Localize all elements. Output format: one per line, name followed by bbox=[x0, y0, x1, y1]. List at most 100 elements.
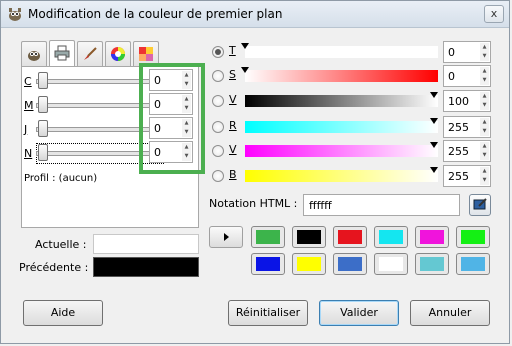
slider-thumb-j[interactable] bbox=[38, 120, 48, 137]
marker-icon bbox=[430, 92, 438, 98]
channel-bar-r[interactable] bbox=[245, 121, 438, 133]
current-color-preview bbox=[93, 234, 199, 254]
tab-gimp[interactable] bbox=[21, 41, 47, 66]
swatch-color bbox=[420, 257, 444, 271]
html-notation-input[interactable]: ffffff bbox=[303, 194, 460, 216]
radio-r[interactable] bbox=[212, 121, 224, 133]
highlight-box bbox=[139, 63, 205, 174]
history-add-button[interactable] bbox=[209, 226, 243, 248]
radio-s[interactable] bbox=[212, 70, 224, 82]
ok-button-label: Valider bbox=[340, 306, 378, 319]
spin-v-hsv[interactable]: 100 ▲ ▼ bbox=[443, 90, 491, 112]
channel-label-r: R bbox=[229, 119, 237, 132]
history-swatch[interactable] bbox=[251, 226, 285, 248]
help-button-label: Aide bbox=[50, 306, 76, 319]
slider-thumb-n[interactable] bbox=[38, 144, 48, 161]
spin-up-icon[interactable]: ▲ bbox=[480, 142, 489, 151]
spin-s-value: 0 bbox=[448, 70, 455, 83]
tab-cmyk[interactable] bbox=[49, 40, 75, 66]
history-swatch[interactable] bbox=[292, 253, 326, 275]
spin-down-icon[interactable]: ▼ bbox=[480, 101, 489, 110]
cancel-button-label: Annuler bbox=[428, 306, 472, 319]
spin-down-icon[interactable]: ▼ bbox=[480, 127, 489, 136]
history-swatch[interactable] bbox=[292, 226, 326, 248]
spin-r-value: 255 bbox=[448, 121, 469, 134]
swatch-color bbox=[338, 230, 362, 244]
channel-label-v: V bbox=[229, 93, 237, 106]
history-swatch[interactable] bbox=[251, 253, 285, 275]
marker-icon bbox=[241, 43, 249, 49]
slider-track-n[interactable] bbox=[36, 151, 154, 156]
spin-b-value: 255 bbox=[448, 170, 469, 183]
spin-up-icon[interactable]: ▲ bbox=[480, 67, 489, 76]
close-icon: x bbox=[490, 7, 498, 20]
spin-down-icon[interactable]: ▼ bbox=[480, 151, 489, 160]
channel-bar-g[interactable] bbox=[245, 145, 438, 157]
paintbrush-icon bbox=[84, 47, 97, 60]
color-picker-button[interactable] bbox=[469, 194, 491, 216]
channel-label-b: B bbox=[229, 168, 237, 181]
spin-down-icon[interactable]: ▼ bbox=[480, 52, 489, 61]
history-swatch[interactable] bbox=[456, 226, 490, 248]
radio-t[interactable] bbox=[212, 46, 224, 58]
spin-g[interactable]: 255 ▲ ▼ bbox=[443, 140, 491, 162]
swatch-color bbox=[379, 230, 403, 244]
channel-bar-v[interactable] bbox=[245, 95, 438, 107]
swatch-color bbox=[256, 230, 280, 244]
spin-down-icon[interactable]: ▼ bbox=[480, 76, 489, 85]
history-swatch[interactable] bbox=[456, 253, 490, 275]
color-wheel-icon bbox=[111, 47, 125, 61]
swatch-color bbox=[379, 257, 403, 271]
profile-label: Profil : (aucun) bbox=[24, 173, 98, 184]
spin-s[interactable]: 0 ▲ ▼ bbox=[443, 65, 491, 87]
spin-v-hsv-value: 100 bbox=[448, 95, 469, 108]
ok-button[interactable]: Valider bbox=[319, 300, 399, 326]
palette-icon bbox=[139, 47, 153, 61]
slider-track-m[interactable] bbox=[36, 103, 154, 108]
slider-label-j: J bbox=[24, 123, 28, 136]
history-swatch[interactable] bbox=[333, 253, 367, 275]
printer-icon bbox=[54, 45, 70, 61]
channel-label-t: T bbox=[229, 44, 236, 57]
channel-bar-s[interactable] bbox=[245, 70, 438, 82]
spin-up-icon[interactable]: ▲ bbox=[480, 43, 489, 52]
spin-t-value: 0 bbox=[448, 46, 455, 59]
marker-icon bbox=[241, 67, 249, 73]
spin-t[interactable]: 0 ▲ ▼ bbox=[443, 41, 491, 63]
history-swatch[interactable] bbox=[415, 226, 449, 248]
history-swatch[interactable] bbox=[415, 253, 449, 275]
history-swatch[interactable] bbox=[374, 226, 408, 248]
gimp-wilber-icon bbox=[28, 51, 40, 61]
radio-v-rgb[interactable] bbox=[212, 145, 224, 157]
spin-b[interactable]: 255 ▲ ▼ bbox=[443, 165, 491, 187]
window-title: Modification de la couleur de premier pl… bbox=[28, 7, 283, 21]
slider-thumb-c[interactable] bbox=[38, 72, 48, 89]
tab-wheel[interactable] bbox=[105, 41, 131, 66]
close-button[interactable]: x bbox=[484, 5, 504, 23]
radio-b[interactable] bbox=[212, 170, 224, 182]
channel-bar-b[interactable] bbox=[245, 170, 438, 182]
history-swatch[interactable] bbox=[374, 253, 408, 275]
reset-button[interactable]: Réinitialiser bbox=[228, 300, 308, 326]
spin-up-icon[interactable]: ▲ bbox=[480, 167, 489, 176]
slider-label-m: M bbox=[24, 99, 34, 112]
help-button[interactable]: Aide bbox=[23, 300, 103, 326]
channel-label-s: S bbox=[229, 68, 236, 81]
title-bar: Modification de la couleur de premier pl… bbox=[1, 1, 509, 28]
cancel-button[interactable]: Annuler bbox=[410, 300, 490, 326]
slider-track-c[interactable] bbox=[36, 79, 154, 84]
spin-g-value: 255 bbox=[448, 145, 469, 158]
spin-r[interactable]: 255 ▲ ▼ bbox=[443, 116, 491, 138]
previous-color-preview[interactable] bbox=[93, 257, 199, 277]
gimp-app-icon bbox=[9, 8, 21, 21]
radio-v-hsv[interactable] bbox=[212, 95, 224, 107]
channel-bar-t[interactable] bbox=[245, 46, 438, 58]
current-color-label: Actuelle : bbox=[35, 238, 87, 251]
history-swatch[interactable] bbox=[333, 226, 367, 248]
tab-watercolor[interactable] bbox=[77, 41, 103, 66]
slider-track-j[interactable] bbox=[36, 127, 154, 132]
spin-down-icon[interactable]: ▼ bbox=[480, 176, 489, 185]
spin-up-icon[interactable]: ▲ bbox=[480, 118, 489, 127]
spin-up-icon[interactable]: ▲ bbox=[480, 92, 489, 101]
slider-thumb-m[interactable] bbox=[38, 96, 48, 113]
